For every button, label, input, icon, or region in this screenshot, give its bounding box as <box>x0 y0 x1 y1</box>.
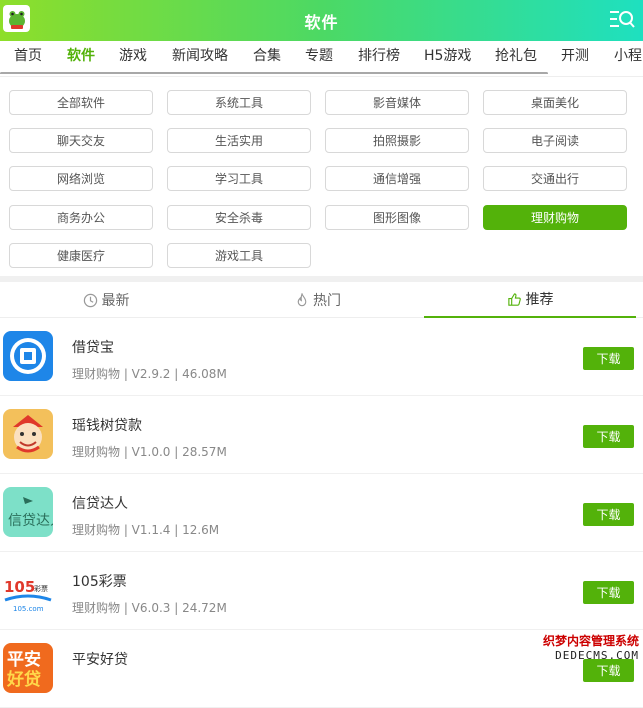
category-button[interactable]: 电子阅读 <box>483 128 627 153</box>
app-name: 105彩票 <box>72 571 127 591</box>
tab-label: 最新 <box>102 290 130 310</box>
nav-item-games[interactable]: 游戏 <box>119 41 147 71</box>
nav-item-software[interactable]: 软件 <box>67 41 95 71</box>
category-button[interactable]: 商务办公 <box>9 205 153 230</box>
page-title: 软件 <box>304 9 338 33</box>
icon-lettering: 彩票 <box>34 584 48 593</box>
list-item[interactable]: 信贷达人 信贷达人 理财购物 | V1.1.4 | 12.6M 下载 <box>0 475 643 552</box>
category-button[interactable]: 安全杀毒 <box>167 205 311 230</box>
nav-item-mini[interactable]: 小程 <box>614 41 642 71</box>
app-meta: 理财购物 | V1.0.0 | 28.57M <box>72 443 227 460</box>
icon-lettering: 105.com <box>13 605 44 613</box>
app-name: 平安好贷 <box>72 649 128 669</box>
nav-item-h5-games[interactable]: H5游戏 <box>424 41 471 71</box>
app-meta: 理财购物 | V6.0.3 | 24.72M <box>72 599 227 616</box>
list-item[interactable]: 105 彩票 105.com 105彩票 理财购物 | V6.0.3 | 24.… <box>0 553 643 630</box>
app-name: 借贷宝 <box>72 337 114 357</box>
category-grid: 全部软件 系统工具 影音媒体 桌面美化 聊天交友 生活实用 拍照摄影 电子阅读 … <box>0 76 643 276</box>
frog-logo-icon[interactable] <box>3 5 30 32</box>
icon-lettering: 信贷达人 <box>8 513 53 529</box>
yaoqianshu-app-icon <box>3 409 53 459</box>
tab-label: 推荐 <box>526 289 554 309</box>
watermark-line2: DEDECMS.COM <box>543 649 639 662</box>
download-button[interactable]: 下载 <box>583 347 634 370</box>
category-button[interactable]: 生活实用 <box>167 128 311 153</box>
nav-item-news[interactable]: 新闻攻略 <box>172 41 228 71</box>
category-button[interactable]: 健康医疗 <box>9 243 153 268</box>
icon-lettering: 好贷 <box>6 669 41 690</box>
nav-scrollbar[interactable] <box>0 72 548 74</box>
jiedaibao-app-icon <box>3 331 53 381</box>
nav-item-home[interactable]: 首页 <box>14 41 42 71</box>
category-button[interactable]: 聊天交友 <box>9 128 153 153</box>
caipiao-105-app-icon: 105 彩票 105.com <box>3 565 53 615</box>
clock-icon <box>83 293 98 308</box>
nav-item-collections[interactable]: 合集 <box>253 41 281 71</box>
category-button[interactable]: 桌面美化 <box>483 90 627 115</box>
list-item[interactable]: 瑶钱树贷款 理财购物 | V1.0.0 | 28.57M 下载 <box>0 397 643 474</box>
list-item[interactable]: 借贷宝 理财购物 | V2.9.2 | 46.08M 下载 <box>0 319 643 396</box>
nav-item-beta[interactable]: 开测 <box>561 41 589 71</box>
download-button[interactable]: 下载 <box>583 659 634 682</box>
xindaidaren-app-icon: 信贷达人 <box>3 487 53 537</box>
category-button[interactable]: 影音媒体 <box>325 90 469 115</box>
tab-label: 热门 <box>313 290 341 310</box>
category-button[interactable]: 通信增强 <box>325 166 469 191</box>
download-button[interactable]: 下载 <box>583 425 634 448</box>
menu-search-icon[interactable] <box>609 9 635 31</box>
nav-item-gifts[interactable]: 抢礼包 <box>495 41 537 71</box>
download-button[interactable]: 下载 <box>583 503 634 526</box>
download-button[interactable]: 下载 <box>583 581 634 604</box>
category-button[interactable]: 游戏工具 <box>167 243 311 268</box>
app-name: 瑶钱树贷款 <box>72 415 142 435</box>
nav-item-topics[interactable]: 专题 <box>305 41 333 71</box>
tab-recommended[interactable]: 推荐 <box>424 282 636 318</box>
category-button[interactable]: 全部软件 <box>9 90 153 115</box>
category-button-active[interactable]: 理财购物 <box>483 205 627 230</box>
nav-item-rankings[interactable]: 排行榜 <box>358 41 400 71</box>
category-button[interactable]: 图形图像 <box>325 205 469 230</box>
category-button[interactable]: 交通出行 <box>483 166 627 191</box>
icon-lettering: 105 <box>4 578 35 596</box>
app-meta: 理财购物 | V2.9.2 | 46.08M <box>72 365 227 382</box>
icon-lettering: 平安 <box>7 649 41 670</box>
flame-icon <box>295 293 309 308</box>
category-button[interactable]: 学习工具 <box>167 166 311 191</box>
top-nav: 首页 软件 游戏 新闻攻略 合集 专题 排行榜 H5游戏 抢礼包 开测 小程 <box>0 41 643 74</box>
sort-tabs: 最新 热门 推荐 <box>0 282 643 318</box>
tab-latest[interactable]: 最新 <box>0 282 212 318</box>
category-button[interactable]: 拍照摄影 <box>325 128 469 153</box>
tab-hot[interactable]: 热门 <box>212 282 424 318</box>
pingan-haodai-app-icon: 平安 好贷 <box>3 643 53 693</box>
app-meta: 理财购物 | V1.1.4 | 12.6M <box>72 521 219 538</box>
thumbs-up-icon <box>507 292 522 307</box>
watermark-line1: 织梦内容管理系统 <box>543 632 639 649</box>
header-bar: 软件 <box>0 0 643 41</box>
category-button[interactable]: 系统工具 <box>167 90 311 115</box>
watermark: 织梦内容管理系统 DEDECMS.COM <box>543 632 639 662</box>
app-name: 信贷达人 <box>72 493 128 513</box>
category-button[interactable]: 网络浏览 <box>9 166 153 191</box>
